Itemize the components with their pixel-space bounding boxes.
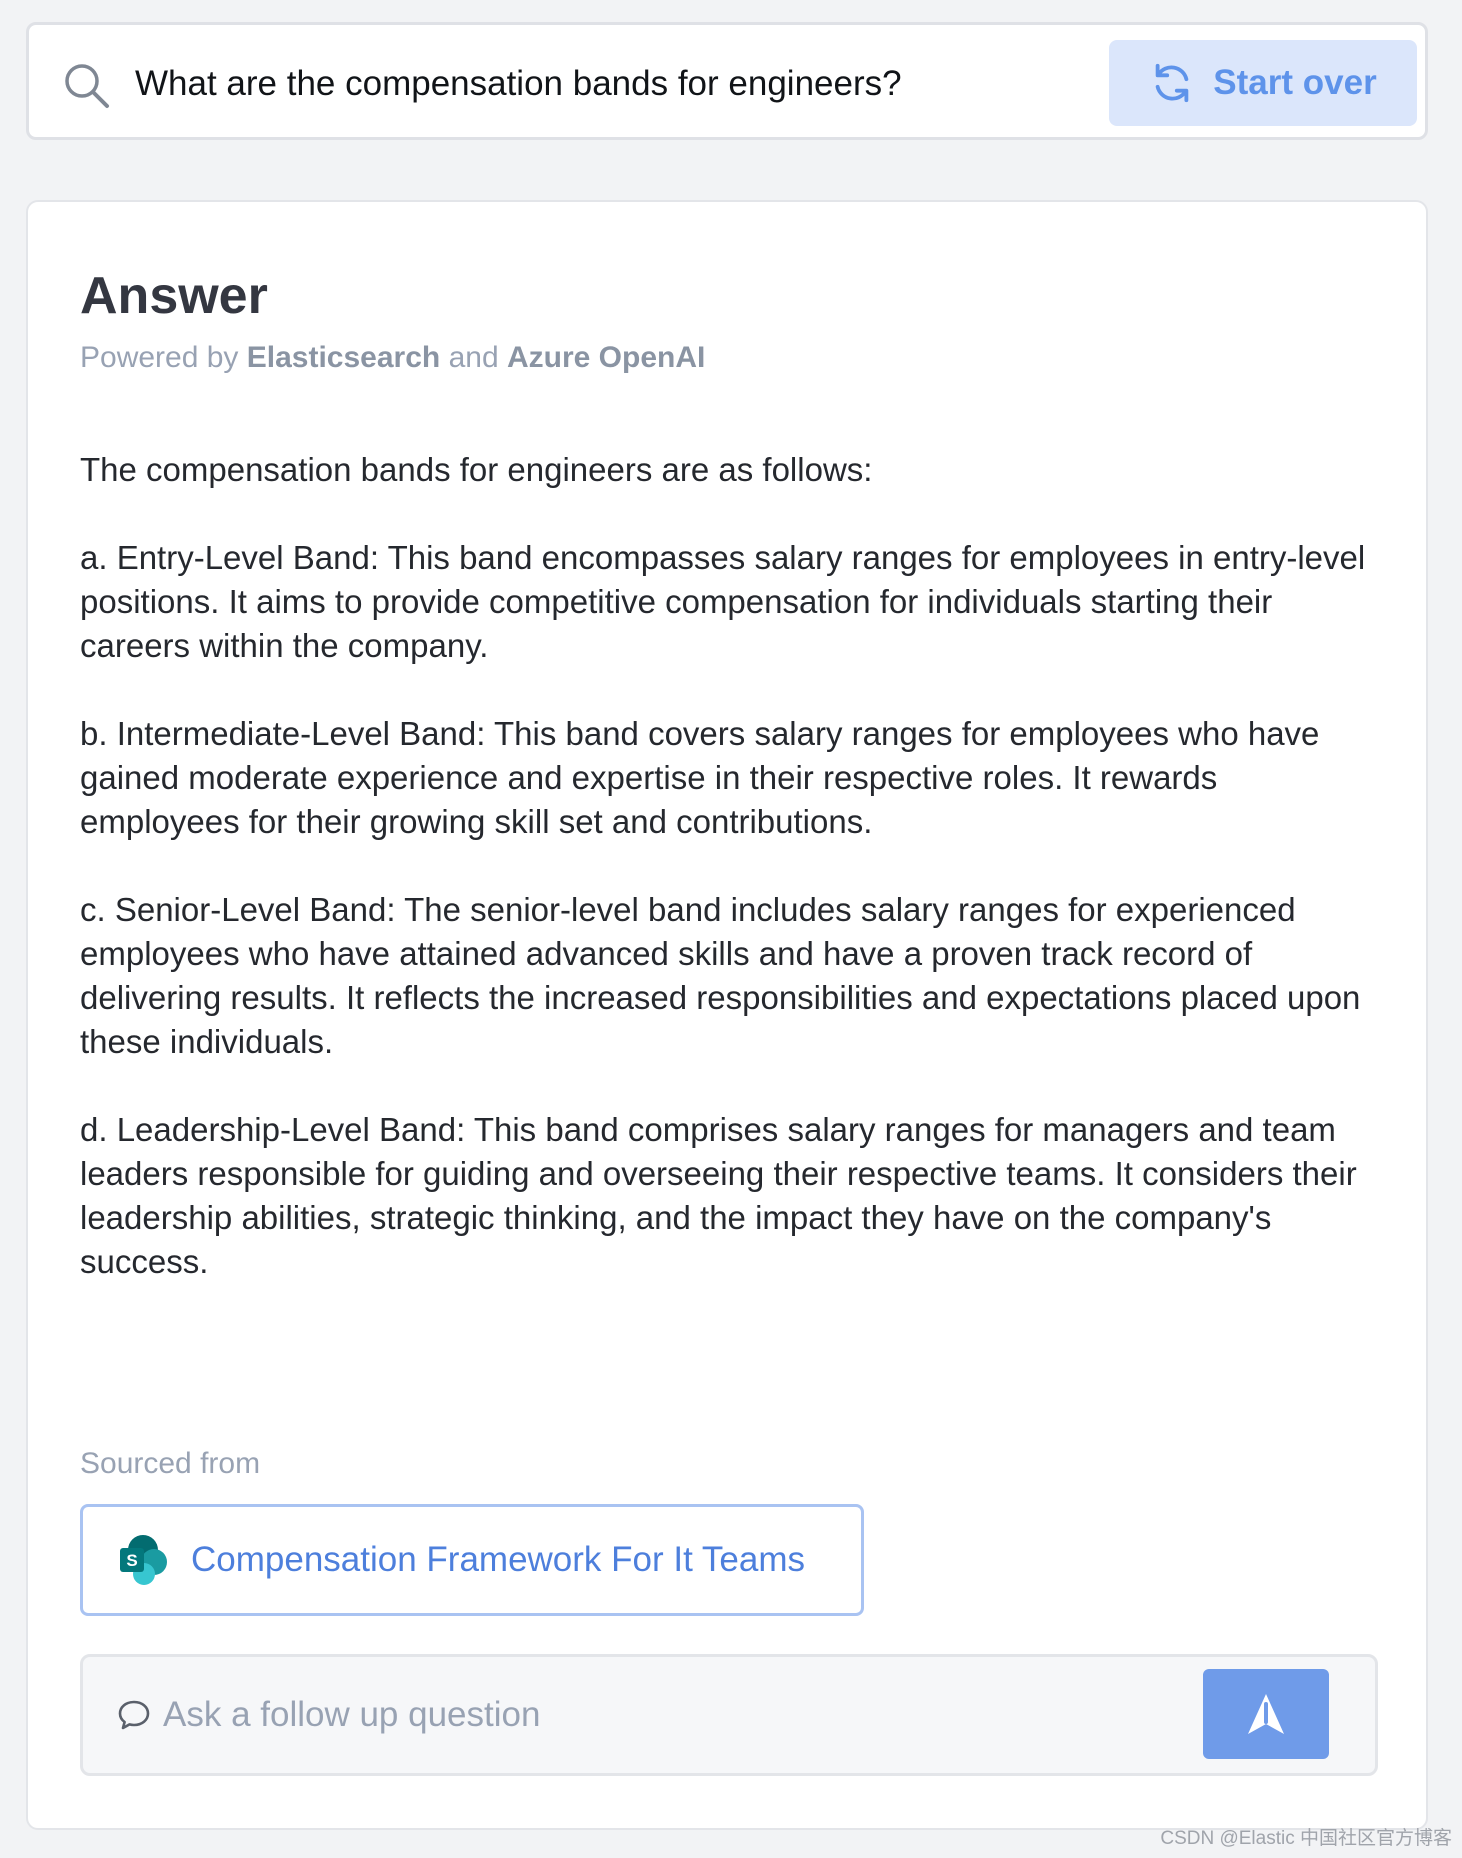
start-over-button[interactable]: Start over (1109, 40, 1417, 126)
powered-by-engine: Elasticsearch (246, 341, 441, 374)
followup-bar (80, 1654, 1378, 1776)
answer-paragraph-senior-level: c. Senior-Level Band: The senior-level b… (80, 891, 1361, 1060)
answer-body: The compensation bands for engineers are… (80, 448, 1380, 1328)
send-arrow-icon (1248, 1694, 1284, 1734)
source-title: Compensation Framework For It Teams (191, 1540, 806, 1579)
start-over-label: Start over (1213, 63, 1377, 102)
chat-bubble-icon (118, 1700, 150, 1730)
answer-intro: The compensation bands for engineers are… (80, 451, 873, 488)
answer-paragraph-entry-level: a. Entry-Level Band: This band encompass… (80, 539, 1366, 664)
powered-by-caption: Powered by Elasticsearch and Azure OpenA… (80, 338, 705, 378)
answer-title: Answer (80, 267, 268, 325)
followup-input[interactable] (163, 1685, 1023, 1745)
search-bar: What are the compensation bands for engi… (26, 22, 1428, 140)
sourced-from-label: Sourced from (80, 1447, 261, 1480)
send-button[interactable] (1203, 1669, 1329, 1759)
powered-by-prefix: Powered by (80, 341, 247, 374)
svg-text:S: S (126, 1551, 137, 1570)
refresh-icon (1156, 63, 1189, 103)
search-query[interactable]: What are the compensation bands for engi… (135, 60, 902, 108)
powered-by-llm: Azure OpenAI (506, 341, 706, 374)
powered-by-connector: and (440, 341, 507, 374)
answer-paragraph-intermediate-level: b. Intermediate-Level Band: This band co… (80, 715, 1320, 840)
answer-card: Answer Powered by Elasticsearch and Azur… (26, 200, 1428, 1830)
answer-paragraph-leadership-level: d. Leadership-Level Band: This band comp… (80, 1111, 1357, 1280)
source-link[interactable]: S Compensation Framework For It Teams (80, 1504, 864, 1616)
watermark: CSDN @Elastic 中国社区官方博客 (1160, 1828, 1452, 1849)
sharepoint-icon: S (120, 1535, 167, 1585)
search-icon (65, 64, 109, 108)
